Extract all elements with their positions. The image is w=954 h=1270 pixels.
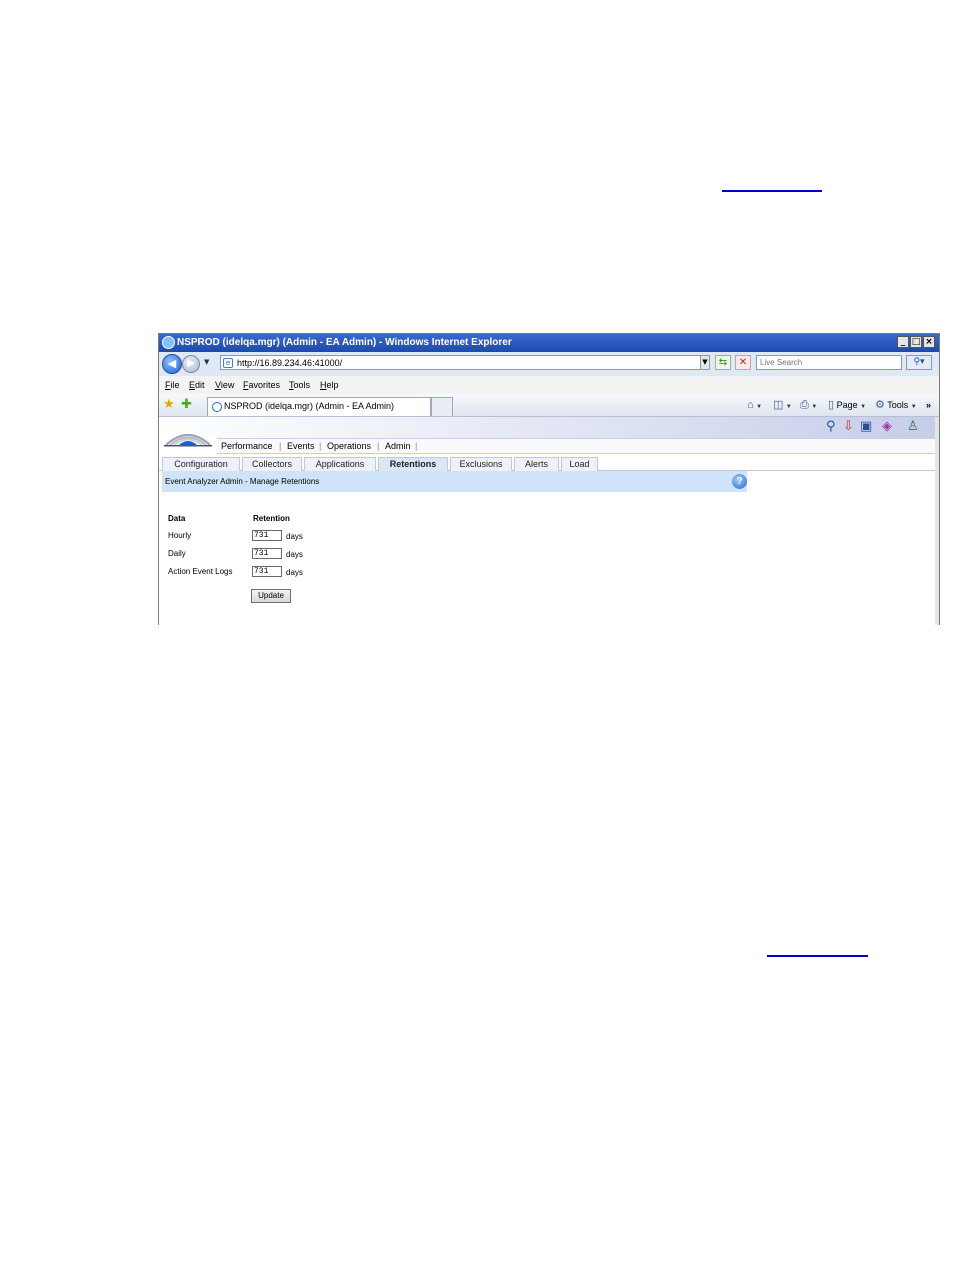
- retention-column-header: Retention: [253, 514, 290, 523]
- toolbar-overflow-button[interactable]: »: [926, 398, 931, 412]
- app-header: ⚲ ⇩ ▣ ◈ ♙: [159, 417, 935, 447]
- add-favorite-icon[interactable]: ✚: [181, 397, 192, 411]
- menu-bar: File Edit View Favorites Tools Help: [159, 376, 939, 394]
- home-button[interactable]: ⌂ ▼: [747, 398, 762, 414]
- daily-unit: days: [286, 550, 303, 559]
- forward-button[interactable]: ▶: [182, 355, 200, 373]
- window-title: NSPROD (idelqa.mgr) (Admin - EA Admin) -…: [177, 337, 512, 348]
- favorites-bar: ★ ✚ NSPROD (idelqa.mgr) (Admin - EA Admi…: [159, 394, 939, 417]
- row-label-hourly: Hourly: [168, 531, 192, 540]
- tools-menu-label: Tools: [887, 400, 909, 410]
- url-text[interactable]: http://16.89.234.46:41000/: [237, 356, 342, 371]
- menu-favorites[interactable]: Favorites: [243, 376, 280, 394]
- admin-subtabs: Configuration Collectors Applications Re…: [159, 457, 935, 471]
- daily-retention-input[interactable]: 731: [252, 548, 282, 559]
- nav-separator: |: [377, 441, 380, 451]
- row-label-action-event-logs: Action Event Logs: [168, 567, 233, 576]
- document-link-bottom[interactable]: [767, 955, 868, 957]
- action-event-logs-unit: days: [286, 568, 303, 577]
- url-dropdown-icon[interactable]: ▼: [700, 355, 710, 370]
- favorites-star-icon[interactable]: ★: [163, 397, 175, 411]
- title-bar: NSPROD (idelqa.mgr) (Admin - EA Admin) -…: [159, 334, 939, 352]
- maximize-button[interactable]: □: [910, 336, 922, 348]
- menu-file[interactable]: File: [165, 376, 180, 394]
- device-icon[interactable]: ▣: [860, 420, 872, 434]
- page-content: ⚲ ⇩ ▣ ◈ ♙ Performance | Events | Operati…: [159, 417, 939, 625]
- content-scroll-edge: [935, 417, 939, 625]
- nav-separator: |: [279, 441, 282, 451]
- refresh-icon[interactable]: ⇆: [715, 355, 731, 370]
- page-title: Event Analyzer Admin - Manage Retentions: [165, 477, 320, 486]
- page-menu-label: Page: [836, 400, 858, 410]
- tab-alerts[interactable]: Alerts: [514, 457, 559, 471]
- feeds-button[interactable]: ◫ ▼: [773, 398, 792, 414]
- search-input[interactable]: Live Search: [756, 355, 902, 370]
- nav-separator: |: [319, 441, 322, 451]
- close-button[interactable]: ×: [923, 336, 935, 348]
- search-icon[interactable]: ⚲▾: [906, 355, 932, 370]
- menu-tools[interactable]: Tools: [289, 376, 310, 394]
- hourly-retention-input[interactable]: 731: [252, 530, 282, 541]
- download-icon[interactable]: ⇩: [843, 420, 854, 434]
- menu-edit[interactable]: Edit: [189, 376, 205, 394]
- tab-applications[interactable]: Applications: [304, 457, 376, 471]
- tab-retentions[interactable]: Retentions: [378, 457, 448, 471]
- search-tool-icon[interactable]: ⚲: [826, 420, 836, 434]
- ie-logo-icon: [162, 336, 175, 349]
- tab-title: NSPROD (idelqa.mgr) (Admin - EA Admin): [224, 401, 395, 411]
- nav-admin[interactable]: Admin: [385, 439, 411, 453]
- address-bar: ◀ ▶ ▼ e http://16.89.234.46:41000/ ▼ ⇆ ✕…: [159, 352, 939, 376]
- update-button[interactable]: Update: [251, 589, 291, 603]
- tab-page-icon: [212, 402, 222, 412]
- nav-performance[interactable]: Performance: [221, 439, 273, 453]
- help-icon[interactable]: ?: [732, 474, 747, 489]
- tab-configuration[interactable]: Configuration: [162, 457, 240, 471]
- tools-menu[interactable]: ⚙ Tools ▼: [875, 398, 917, 414]
- document-link-top[interactable]: [722, 190, 822, 192]
- page-menu[interactable]: ▯ Page ▼: [828, 398, 866, 414]
- page-icon: e: [223, 358, 233, 368]
- nav-operations[interactable]: Operations: [327, 439, 371, 453]
- page-heading: Event Analyzer Admin - Manage Retentions…: [162, 471, 747, 492]
- data-column-header: Data: [168, 514, 186, 523]
- tab-load[interactable]: Load: [561, 457, 598, 471]
- rss-icon: ◫: [773, 399, 784, 411]
- tag-icon[interactable]: ◈: [882, 420, 892, 434]
- home-icon: ⌂: [747, 399, 754, 411]
- menu-help[interactable]: Help: [320, 376, 339, 394]
- app-logo: [164, 433, 212, 447]
- url-field[interactable]: e http://16.89.234.46:41000/: [220, 355, 710, 370]
- main-nav: Performance | Events | Operations | Admi…: [217, 438, 935, 454]
- row-label-daily: Daily: [168, 549, 186, 558]
- nav-events[interactable]: Events: [287, 439, 315, 453]
- browser-tab[interactable]: NSPROD (idelqa.mgr) (Admin - EA Admin): [207, 397, 431, 416]
- new-tab-button[interactable]: [431, 397, 453, 416]
- hourly-unit: days: [286, 532, 303, 541]
- action-event-logs-retention-input[interactable]: 731: [252, 566, 282, 577]
- tab-exclusions[interactable]: Exclusions: [450, 457, 512, 471]
- print-button[interactable]: ⎙ ▼: [800, 398, 817, 414]
- print-icon: ⎙: [800, 399, 809, 411]
- stop-icon[interactable]: ✕: [735, 355, 751, 370]
- menu-view[interactable]: View: [215, 376, 234, 394]
- minimize-button[interactable]: _: [897, 336, 909, 348]
- gear-icon: ⚙: [875, 399, 885, 411]
- tab-collectors[interactable]: Collectors: [242, 457, 302, 471]
- history-dropdown-icon[interactable]: ▼: [204, 358, 209, 366]
- page-menu-icon: ▯: [828, 399, 835, 411]
- user-icon[interactable]: ♙: [907, 420, 919, 434]
- nav-separator: |: [415, 441, 418, 451]
- browser-window: NSPROD (idelqa.mgr) (Admin - EA Admin) -…: [158, 333, 940, 625]
- back-button[interactable]: ◀: [162, 354, 182, 374]
